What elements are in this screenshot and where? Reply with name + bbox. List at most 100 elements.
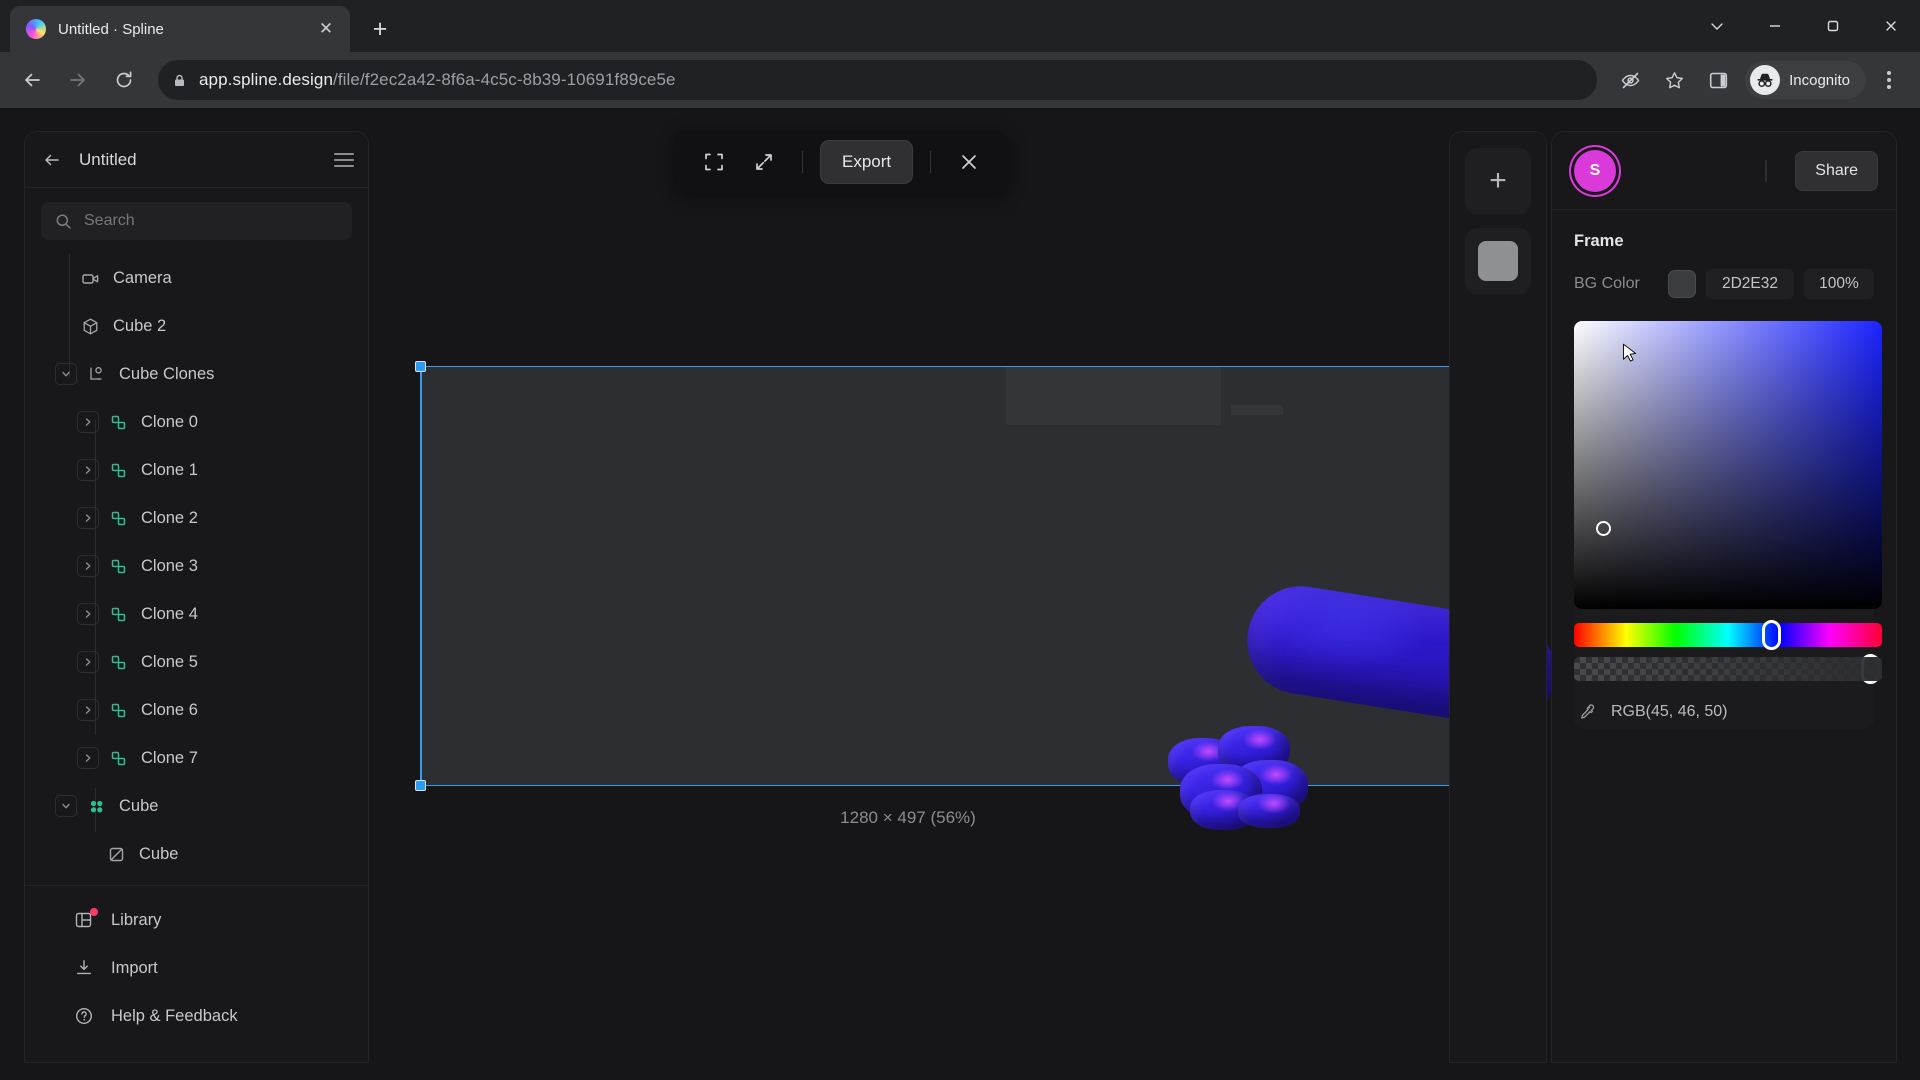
- tree-item-clone-3[interactable]: Clone 3: [25, 542, 368, 590]
- right-panel-header: S Share: [1552, 132, 1896, 210]
- alpha-slider[interactable]: [1574, 654, 1882, 684]
- address-bar[interactable]: app.spline.design/file/f2ec2a42-8f6a-4c5…: [158, 60, 1598, 100]
- footer-item-import[interactable]: Import: [25, 944, 368, 992]
- tree-item-label: Clone 0: [141, 412, 198, 431]
- tree-item-clone-5[interactable]: Clone 5: [25, 638, 368, 686]
- bg-color-alpha-field[interactable]: 100%: [1804, 269, 1874, 299]
- spline-logo-icon: [26, 19, 46, 39]
- window-chevron-down-icon[interactable]: [1688, 0, 1746, 52]
- saturation-value-handle[interactable]: [1596, 521, 1611, 536]
- chevron-down-icon[interactable]: [55, 363, 77, 385]
- hue-slider-knob[interactable]: [1762, 620, 1781, 650]
- left-panel: Untitled Search Camera Cube 2 Cube Clone…: [25, 132, 368, 1062]
- canvas-area[interactable]: Export 1280 × 497 (56%): [368, 108, 1563, 1080]
- cube-icon: [77, 317, 103, 336]
- window-minimize-icon[interactable]: [1746, 0, 1804, 52]
- tab-close-icon[interactable]: ✕: [312, 15, 340, 43]
- browser-menu-icon[interactable]: [1868, 59, 1910, 101]
- window-close-icon[interactable]: [1862, 0, 1920, 52]
- tree-item-cube-2[interactable]: Cube 2: [25, 302, 368, 350]
- hamburger-icon[interactable]: [334, 152, 354, 167]
- crop-frame-icon[interactable]: [693, 141, 735, 183]
- right-panel: S Share Frame BG Color 2D2E32 100% RGB(4…: [1552, 132, 1896, 1062]
- tree-item-clone-1[interactable]: Clone 1: [25, 446, 368, 494]
- bookmark-star-icon[interactable]: [1653, 59, 1695, 101]
- rgb-value-row[interactable]: RGB(45, 46, 50): [1574, 695, 1874, 729]
- window-maximize-icon[interactable]: [1804, 0, 1862, 52]
- rgb-value-text: RGB(45, 46, 50): [1611, 703, 1728, 720]
- expand-diagonal-icon[interactable]: [743, 141, 785, 183]
- footer-item-help[interactable]: Help & Feedback: [25, 992, 368, 1040]
- footer-item-label: Import: [111, 958, 158, 977]
- chevron-down-icon[interactable]: [55, 795, 77, 817]
- share-button[interactable]: Share: [1795, 150, 1878, 191]
- right-panel-body: Frame BG Color 2D2E32 100% RGB(45, 46, 5…: [1552, 210, 1896, 729]
- toolbar-divider: [802, 151, 803, 173]
- project-title: Untitled: [79, 149, 137, 169]
- toolbar-divider: [930, 151, 932, 173]
- left-panel-footer: Library Import Help & Feedback: [25, 885, 368, 1062]
- tree-item-cube-leaf[interactable]: Cube: [25, 830, 368, 878]
- bg-color-label: BG Color: [1574, 275, 1640, 292]
- bg-color-row: BG Color 2D2E32 100%: [1574, 269, 1874, 299]
- bg-color-swatch[interactable]: [1668, 270, 1696, 298]
- saturation-value-area[interactable]: [1574, 321, 1882, 609]
- reload-button[interactable]: [102, 58, 146, 102]
- tree-item-camera[interactable]: Camera: [25, 254, 368, 302]
- eyedropper-icon[interactable]: [1578, 703, 1597, 722]
- color-swatch-button[interactable]: [1465, 228, 1531, 294]
- search-input[interactable]: [84, 212, 338, 230]
- shape-icon: [103, 845, 129, 864]
- color-picker: RGB(45, 46, 50): [1574, 321, 1882, 729]
- frame-dimension-label: 1280 × 497 (56%): [840, 808, 976, 827]
- search-wrapper: [25, 188, 368, 248]
- new-tab-button[interactable]: +: [362, 11, 398, 47]
- tree-item-clone-4[interactable]: Clone 4: [25, 590, 368, 638]
- tree-item-clone-0[interactable]: Clone 0: [25, 398, 368, 446]
- hue-slider[interactable]: [1574, 620, 1882, 650]
- avatar[interactable]: S: [1574, 149, 1616, 192]
- right-rail: +: [1450, 132, 1546, 1062]
- browser-tab[interactable]: Untitled · Spline ✕: [10, 6, 350, 52]
- arrow-left-icon[interactable]: [39, 147, 65, 173]
- chevron-right-icon[interactable]: [77, 411, 99, 433]
- chevron-right-icon[interactable]: [77, 603, 99, 625]
- tree-item-clone-7[interactable]: Clone 7: [25, 734, 368, 782]
- left-panel-header: Untitled: [25, 132, 368, 188]
- footer-item-library[interactable]: Library: [25, 896, 368, 944]
- selection-handle-bottom-left[interactable]: [415, 780, 426, 791]
- chevron-right-icon[interactable]: [77, 459, 99, 481]
- chevron-right-icon[interactable]: [77, 555, 99, 577]
- eye-slash-icon[interactable]: [1609, 59, 1651, 101]
- profile-incognito-button[interactable]: Incognito: [1745, 61, 1866, 99]
- alpha-slider-knob[interactable]: [1861, 654, 1880, 684]
- chevron-right-icon[interactable]: [77, 651, 99, 673]
- forward-button[interactable]: [56, 58, 100, 102]
- clone-icon: [105, 509, 131, 528]
- tree-item-label: Cube 2: [113, 316, 167, 335]
- tree-item-cube-clones[interactable]: Cube Clones: [25, 350, 368, 398]
- tree-item-label: Cube: [139, 844, 179, 863]
- clone-icon: [105, 701, 131, 720]
- clone-icon: [105, 749, 131, 768]
- frame-ghost-shape: [1006, 367, 1221, 425]
- tree-item-clone-6[interactable]: Clone 6: [25, 686, 368, 734]
- side-panel-icon[interactable]: [1697, 59, 1739, 101]
- selection-handle-top-left[interactable]: [415, 361, 426, 372]
- search-box[interactable]: [41, 202, 352, 240]
- clone-icon: [105, 413, 131, 432]
- tree-item-clone-2[interactable]: Clone 2: [25, 494, 368, 542]
- add-object-button[interactable]: +: [1465, 148, 1531, 214]
- chevron-right-icon[interactable]: [77, 699, 99, 721]
- back-button[interactable]: [10, 58, 54, 102]
- export-button[interactable]: Export: [820, 140, 914, 184]
- import-icon: [73, 958, 95, 978]
- chevron-right-icon[interactable]: [77, 747, 99, 769]
- chevron-right-icon[interactable]: [77, 507, 99, 529]
- close-icon[interactable]: [948, 141, 990, 183]
- camera-icon: [77, 269, 103, 288]
- tree-item-cube-group[interactable]: Cube: [25, 782, 368, 830]
- canvas-toolbar: Export: [675, 131, 1009, 193]
- library-badge-dot: [90, 908, 98, 916]
- bg-color-hex-field[interactable]: 2D2E32: [1706, 269, 1794, 299]
